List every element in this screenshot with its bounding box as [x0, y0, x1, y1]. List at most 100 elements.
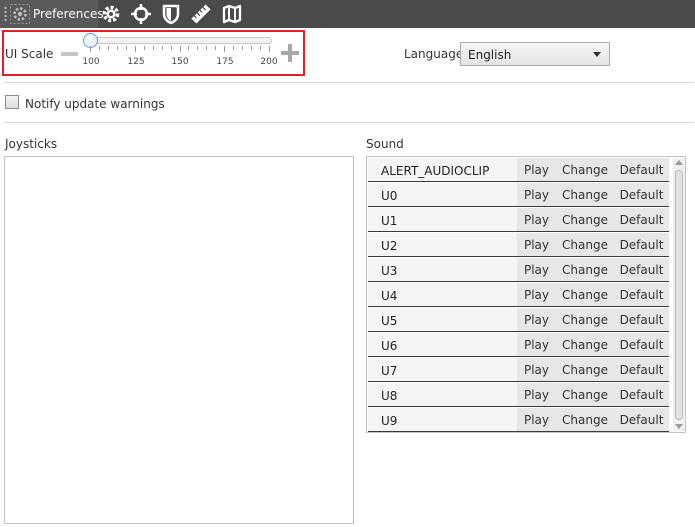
play-button[interactable]: Play [517, 283, 556, 306]
slider-tick [206, 46, 208, 50]
change-button[interactable]: Change [556, 258, 614, 281]
default-button[interactable]: Default [614, 333, 669, 356]
tick-label-200: 200 [260, 57, 278, 67]
play-button[interactable]: Play [517, 333, 556, 356]
preferences-tab[interactable]: Preferences [0, 0, 104, 28]
chevron-down-icon [593, 52, 601, 57]
sound-row: ALERT_AUDIOCLIP Play Change Default [368, 158, 669, 182]
sound-row: U6 Play Change Default [368, 333, 669, 357]
slider-tick [224, 46, 226, 52]
slider-tick [179, 46, 181, 52]
change-button[interactable]: Change [556, 183, 614, 206]
tick-label-125: 125 [127, 57, 145, 67]
sound-name: U8 [381, 389, 398, 403]
top-toolbar: Preferences [0, 0, 695, 28]
joysticks-list[interactable] [4, 156, 354, 524]
sound-label: Sound [366, 137, 404, 151]
slider-tick [233, 46, 235, 50]
drag-handle-icon[interactable] [4, 6, 7, 22]
slider-tick [251, 46, 253, 50]
slider-tick [90, 46, 91, 52]
sound-row: U2 Play Change Default [368, 233, 669, 257]
play-button[interactable]: Play [517, 233, 556, 256]
tick-label-150: 150 [171, 57, 189, 67]
default-button[interactable]: Default [614, 158, 669, 181]
sound-name: U0 [381, 189, 398, 203]
sound-name: U1 [381, 214, 398, 228]
sound-name: U7 [381, 364, 398, 378]
language-label: Language [404, 47, 464, 61]
joysticks-label: Joysticks [5, 137, 58, 151]
sound-row: U5 Play Change Default [368, 308, 669, 332]
ui-scale-ticks [90, 46, 270, 54]
ui-scale-slider[interactable] [90, 37, 272, 44]
change-button[interactable]: Change [556, 308, 614, 331]
play-button[interactable]: Play [517, 208, 556, 231]
change-button[interactable]: Change [556, 283, 614, 306]
ruler-icon[interactable] [190, 3, 212, 25]
crosshair-icon[interactable] [130, 3, 152, 25]
default-button[interactable]: Default [614, 358, 669, 381]
shield-icon[interactable] [160, 3, 182, 25]
play-button[interactable]: Play [517, 308, 556, 331]
change-button[interactable]: Change [556, 333, 614, 356]
scroll-down-arrow-icon[interactable] [675, 424, 683, 429]
slider-tick [107, 46, 109, 50]
change-button[interactable]: Change [556, 408, 614, 431]
sound-name: U5 [381, 314, 398, 328]
slider-tick [134, 46, 136, 52]
change-button[interactable]: Change [556, 158, 614, 181]
default-button[interactable]: Default [614, 258, 669, 281]
sound-name: ALERT_AUDIOCLIP [381, 164, 490, 178]
slider-tick [197, 46, 199, 50]
default-button[interactable]: Default [614, 233, 669, 256]
language-dropdown[interactable]: English [460, 42, 610, 66]
gear-icon[interactable] [100, 3, 122, 25]
sound-name: U9 [381, 414, 398, 428]
sound-row: U0 Play Change Default [368, 183, 669, 207]
slider-tick [215, 46, 217, 50]
slider-tick [98, 46, 100, 50]
ui-scale-decrease-button[interactable] [59, 44, 81, 64]
play-button[interactable]: Play [517, 158, 556, 181]
slider-tick [116, 46, 118, 50]
sound-list: ALERT_AUDIOCLIP Play Change Default U0 Play Ch… [366, 156, 686, 433]
scroll-up-arrow-icon[interactable] [675, 160, 683, 165]
default-button[interactable]: Default [614, 183, 669, 206]
slider-tick [143, 46, 145, 50]
divider-top [4, 82, 694, 83]
play-button[interactable]: Play [517, 408, 556, 431]
language-selected-value: English [468, 48, 512, 62]
default-button[interactable]: Default [614, 408, 669, 431]
notify-update-warnings-label[interactable]: Notify update warnings [25, 97, 165, 111]
change-button[interactable]: Change [556, 208, 614, 231]
sound-name: U4 [381, 289, 398, 303]
slider-tick [260, 46, 262, 50]
default-button[interactable]: Default [614, 208, 669, 231]
default-button[interactable]: Default [614, 308, 669, 331]
ui-scale-label: UI Scale [5, 47, 54, 61]
sound-row: U3 Play Change Default [368, 258, 669, 282]
map-icon[interactable] [221, 3, 243, 25]
change-button[interactable]: Change [556, 233, 614, 256]
slider-tick [161, 46, 163, 50]
play-button[interactable]: Play [517, 383, 556, 406]
play-button[interactable]: Play [517, 358, 556, 381]
sound-row: U4 Play Change Default [368, 283, 669, 307]
scrollbar-thumb[interactable] [675, 170, 683, 420]
slider-tick [242, 46, 244, 50]
change-button[interactable]: Change [556, 358, 614, 381]
change-button[interactable]: Change [556, 383, 614, 406]
notify-update-warnings-checkbox[interactable] [5, 95, 19, 109]
ui-scale-increase-button[interactable] [279, 42, 301, 64]
slider-tick [170, 46, 172, 50]
sound-row: U7 Play Change Default [368, 358, 669, 382]
preferences-gear-icon [10, 4, 30, 24]
divider-middle [4, 122, 694, 123]
default-button[interactable]: Default [614, 383, 669, 406]
sound-scrollbar[interactable] [673, 158, 685, 431]
play-button[interactable]: Play [517, 258, 556, 281]
default-button[interactable]: Default [614, 283, 669, 306]
play-button[interactable]: Play [517, 183, 556, 206]
tick-label-175: 175 [216, 57, 234, 67]
